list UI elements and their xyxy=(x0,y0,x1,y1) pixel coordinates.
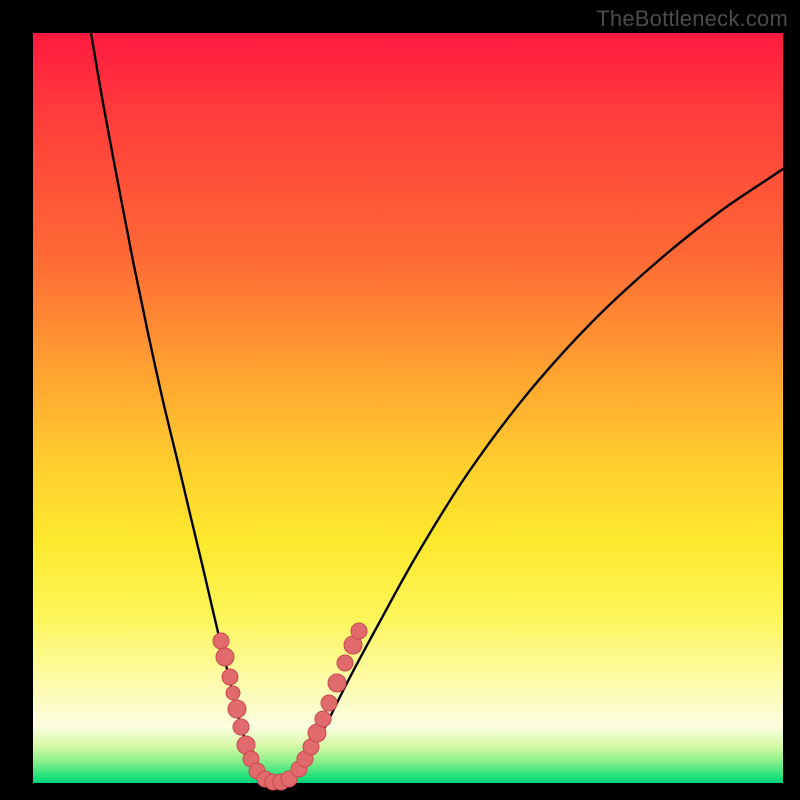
data-bead xyxy=(321,695,337,711)
data-bead xyxy=(216,648,234,666)
data-bead xyxy=(226,686,240,700)
data-bead xyxy=(228,700,246,718)
bead-group xyxy=(213,623,367,790)
data-bead xyxy=(213,633,229,649)
data-bead xyxy=(337,655,353,671)
data-bead xyxy=(315,711,331,727)
bottleneck-curve xyxy=(91,33,783,783)
data-bead xyxy=(328,674,346,692)
data-bead xyxy=(233,719,249,735)
plot-area xyxy=(33,33,783,783)
curve-svg xyxy=(33,33,783,783)
data-bead xyxy=(351,623,367,639)
chart-frame: TheBottleneck.com xyxy=(0,0,800,800)
watermark-text: TheBottleneck.com xyxy=(596,6,788,32)
data-bead xyxy=(222,669,238,685)
